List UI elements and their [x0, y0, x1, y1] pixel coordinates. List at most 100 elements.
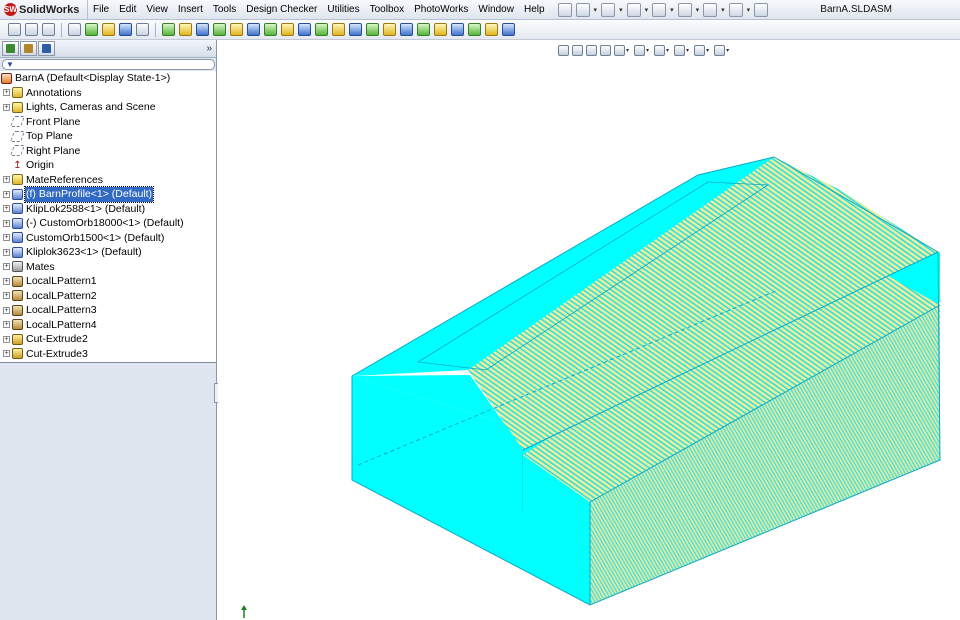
display-relations-icon[interactable] [383, 23, 396, 36]
expand-icon[interactable]: + [3, 321, 10, 329]
no-external-refs-icon[interactable] [42, 23, 55, 36]
menu-edit[interactable]: Edit [114, 0, 141, 20]
tree-item[interactable]: + Mates [0, 260, 216, 275]
tree-item[interactable]: + LocalLPattern3 [0, 303, 216, 318]
spline-icon[interactable] [247, 23, 260, 36]
save-icon[interactable] [626, 2, 641, 17]
expand-icon[interactable]: + [3, 205, 10, 213]
undo-icon[interactable] [677, 2, 692, 17]
dropdown-caret-icon[interactable]: ▾ [721, 6, 725, 14]
menu-view[interactable]: View [141, 0, 173, 20]
tree-item[interactable]: + KlipLok2588<1> (Default) [0, 202, 216, 217]
expand-icon[interactable]: + [3, 248, 10, 256]
barn-model[interactable] [218, 40, 960, 620]
menu-file[interactable]: File [88, 0, 114, 20]
hole-icon[interactable] [468, 23, 481, 36]
menu-photoworks[interactable]: PhotoWorks [409, 0, 473, 20]
smart-fasteners-icon[interactable] [136, 23, 149, 36]
tree-item[interactable]: + Lights, Cameras and Scene [0, 100, 216, 115]
menu-design-checker[interactable]: Design Checker [241, 0, 322, 20]
offset-icon[interactable] [332, 23, 345, 36]
dropdown-caret-icon[interactable]: ▾ [645, 6, 649, 14]
tree-item[interactable]: Front Plane [0, 115, 216, 130]
tree-item[interactable]: ↥ Origin [0, 158, 216, 173]
tree-item[interactable]: Right Plane [0, 144, 216, 159]
expand-icon[interactable]: + [3, 335, 10, 343]
expand-icon[interactable]: + [3, 190, 10, 198]
point-icon[interactable] [264, 23, 277, 36]
new-document-icon[interactable] [575, 2, 590, 17]
rectangle-icon[interactable] [196, 23, 209, 36]
expand-icon[interactable]: + [3, 219, 10, 227]
dropdown-caret-icon[interactable]: ▾ [619, 6, 623, 14]
solidworks-logo[interactable]: SW SolidWorks [0, 0, 88, 20]
dimension-icon[interactable] [400, 23, 413, 36]
graphics-viewport[interactable]: ▾ ▾ ▾ ▾ ▾ ▾ [218, 40, 960, 620]
mirror-icon[interactable] [349, 23, 362, 36]
tree-item[interactable]: + Cut-Extrude2 [0, 332, 216, 347]
print-icon[interactable] [652, 2, 667, 17]
tree-root[interactable]: BarnA (Default<Display State-1>) [0, 71, 216, 86]
tree-item[interactable]: + LocalLPattern4 [0, 318, 216, 333]
menu-tools[interactable]: Tools [208, 0, 241, 20]
configuration-manager-icon[interactable] [38, 41, 55, 56]
rebuild-icon[interactable] [728, 2, 743, 17]
expand-icon[interactable]: + [3, 234, 10, 242]
expand-icon[interactable]: + [3, 103, 10, 111]
circle-icon[interactable] [213, 23, 226, 36]
menu-insert[interactable]: Insert [173, 0, 208, 20]
pushpin-icon[interactable] [557, 2, 572, 17]
dropdown-caret-icon[interactable]: ▾ [594, 6, 598, 14]
options-icon[interactable] [754, 2, 769, 17]
tree-item[interactable]: + LocalLPattern2 [0, 289, 216, 304]
tree-item[interactable]: + Cut-Extrude3 [0, 347, 216, 362]
open-icon[interactable] [601, 2, 616, 17]
tree-item[interactable]: + MateReferences [0, 173, 216, 188]
expand-icon[interactable]: + [3, 306, 10, 314]
quick-snaps-icon[interactable] [417, 23, 430, 36]
menu-window[interactable]: Window [473, 0, 519, 20]
expand-icon[interactable]: + [3, 263, 10, 271]
tree-item[interactable]: + (f) BarnProfile<1> (Default) [0, 186, 216, 203]
linear-pattern-icon[interactable] [366, 23, 379, 36]
mate-icon[interactable] [85, 23, 98, 36]
menu-toolbox[interactable]: Toolbox [365, 0, 409, 20]
move-component-icon[interactable] [102, 23, 115, 36]
edit-component-icon[interactable] [25, 23, 38, 36]
expand-icon[interactable]: + [3, 350, 10, 358]
select-tool-icon[interactable] [119, 23, 132, 36]
tree-item[interactable]: + Annotations [0, 86, 216, 101]
tree-item[interactable]: Top Plane [0, 129, 216, 144]
menu-utilities[interactable]: Utilities [322, 0, 364, 20]
centerline-icon[interactable] [281, 23, 294, 36]
grid-icon[interactable] [434, 23, 447, 36]
trim-icon[interactable] [315, 23, 328, 36]
fillet-icon[interactable] [298, 23, 311, 36]
expand-icon[interactable]: + [3, 277, 10, 285]
line-icon[interactable] [179, 23, 192, 36]
select-icon[interactable] [703, 2, 718, 17]
dropdown-caret-icon[interactable]: ▾ [670, 6, 674, 14]
dropdown-caret-icon[interactable]: ▾ [747, 6, 751, 14]
expand-icon[interactable]: + [3, 292, 10, 300]
rapid-sketch-icon[interactable] [485, 23, 498, 36]
tree-item[interactable]: + CustomOrb1500<1> (Default) [0, 231, 216, 246]
sketch-exit-icon[interactable] [502, 23, 515, 36]
tree-filter-input[interactable]: ▼ [2, 59, 215, 70]
cut-extrude-icon[interactable] [451, 23, 464, 36]
camera-icon[interactable] [8, 23, 21, 36]
sketch-icon[interactable] [162, 23, 175, 36]
command-toolbar [0, 20, 960, 40]
expand-icon[interactable]: + [3, 176, 10, 184]
expand-icon[interactable]: + [3, 89, 10, 97]
panel-expand-button[interactable]: » [206, 43, 212, 54]
tree-item[interactable]: + Kliplok3623<1> (Default) [0, 245, 216, 260]
property-manager-icon[interactable] [20, 41, 37, 56]
insert-component-icon[interactable] [68, 23, 81, 36]
menu-help[interactable]: Help [519, 0, 550, 20]
tree-item[interactable]: + LocalLPattern1 [0, 274, 216, 289]
arc-icon[interactable] [230, 23, 243, 36]
tree-item[interactable]: + (-) CustomOrb18000<1> (Default) [0, 216, 216, 231]
feature-manager-icon[interactable] [2, 41, 19, 56]
dropdown-caret-icon[interactable]: ▾ [696, 6, 700, 14]
